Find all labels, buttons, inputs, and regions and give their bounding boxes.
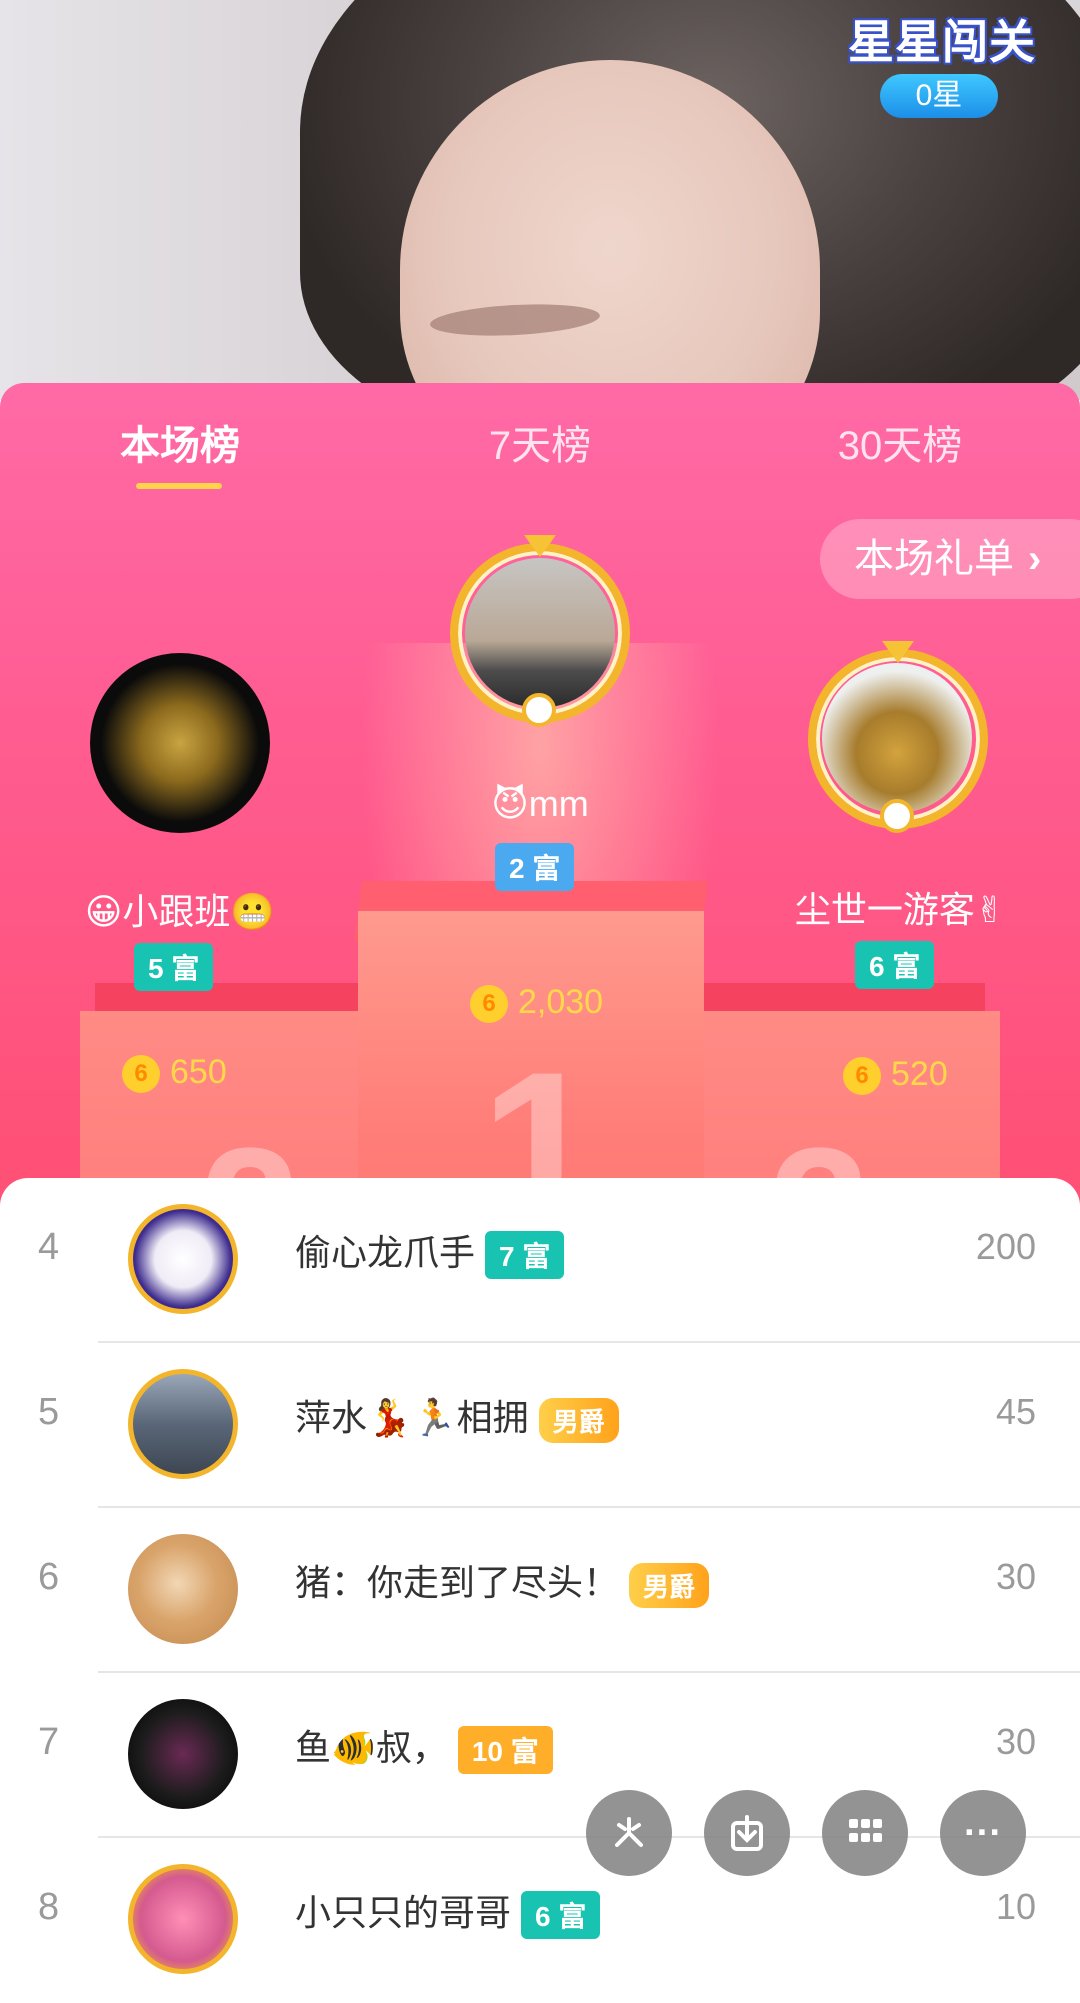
third-place-coin-value: 520 — [891, 1055, 948, 1093]
list-username: 萍水💃🏃相拥 — [295, 1397, 529, 1438]
coin-icon: 6 — [122, 1055, 160, 1094]
second-place-avatar[interactable] — [90, 653, 270, 833]
third-frame-gem-icon — [882, 641, 914, 663]
stars-challenge-title[interactable]: 星星闯关 — [848, 6, 1036, 72]
tab-7-days[interactable]: 7天榜 — [390, 413, 690, 471]
first-place-name[interactable]: 😈mm — [400, 783, 680, 825]
list-user: 猪：你走到了尽头！ 男爵 — [295, 1554, 710, 1608]
coin-icon: 6 — [843, 1057, 881, 1096]
avatar[interactable] — [128, 1369, 238, 1479]
wealth-badge: 10 富 — [457, 1726, 553, 1775]
list-score: 30 — [995, 1556, 1036, 1597]
apps-grid-button[interactable] — [822, 1790, 908, 1876]
list-item[interactable]: 7 鱼🐠叔， 10 富 30 — [0, 1673, 1080, 1838]
live-video-area: 星星闯关 0星 — [0, 0, 1080, 400]
list-score: 45 — [995, 1391, 1036, 1432]
list-rank: 4 — [38, 1226, 60, 1268]
third-frame-pin-icon — [880, 799, 914, 833]
list-item[interactable]: 5 萍水💃🏃相拥 男爵 45 — [0, 1343, 1080, 1508]
list-user: 偷心龙爪手 7 富 — [295, 1224, 565, 1280]
first-place-coin-value: 2,030 — [518, 983, 604, 1021]
list-rank: 6 — [38, 1556, 60, 1598]
wealth-badge: 7 富 — [485, 1231, 565, 1280]
list-rank: 7 — [38, 1721, 60, 1763]
third-place-name[interactable]: 尘世一游客✌ — [760, 881, 1040, 933]
list-username: 猪：你走到了尽头！ — [295, 1562, 620, 1603]
avatar[interactable] — [128, 1699, 238, 1809]
list-rank: 8 — [38, 1886, 60, 1928]
first-frame-pin-icon — [522, 693, 556, 727]
first-place-wealth-badge: 2 富 — [495, 843, 575, 891]
download-button[interactable] — [704, 1790, 790, 1876]
second-place-wealth-badge: 5 富 — [134, 943, 214, 991]
gift-list-label: 本场礼单 — [854, 537, 1014, 581]
list-user: 小只只的哥哥 6 富 — [295, 1884, 601, 1940]
list-item[interactable]: 8 小只只的哥哥 6 富 10 — [0, 1838, 1080, 2003]
stars-count-pill[interactable]: 0星 — [880, 74, 998, 118]
first-frame-gem-icon — [524, 535, 556, 557]
avatar[interactable] — [128, 1204, 238, 1314]
second-place-coins: 6 650 — [122, 1053, 227, 1094]
wealth-badge: 6 富 — [521, 1891, 601, 1940]
gift-list-button[interactable]: 本场礼单 › — [820, 519, 1080, 599]
list-username: 鱼🐠叔， — [295, 1727, 448, 1768]
list-score: 10 — [995, 1886, 1036, 1927]
list-user: 鱼🐠叔， 10 富 — [295, 1719, 553, 1775]
ranking-tabs: 本场榜 7天榜 30天榜 — [0, 383, 1080, 513]
tab-30-days[interactable]: 30天榜 — [750, 413, 1050, 471]
list-score: 200 — [975, 1226, 1036, 1267]
download-icon — [731, 1815, 763, 1851]
list-score: 30 — [995, 1721, 1036, 1762]
first-place-coins: 6 2,030 — [470, 983, 604, 1024]
active-tab-indicator — [136, 483, 222, 489]
avatar[interactable] — [128, 1534, 238, 1644]
list-username: 偷心龙爪手 — [295, 1232, 476, 1273]
list-item[interactable]: 4 偷心龙爪手 7 富 200 — [0, 1178, 1080, 1343]
share-button[interactable] — [586, 1790, 672, 1876]
baron-badge: 男爵 — [538, 1397, 619, 1443]
second-place-coin-value: 650 — [170, 1053, 227, 1091]
coin-icon: 6 — [470, 985, 508, 1024]
list-rank: 5 — [38, 1391, 60, 1433]
avatar[interactable] — [128, 1864, 238, 1974]
baron-badge: 男爵 — [629, 1562, 710, 1608]
list-item[interactable]: 6 猪：你走到了尽头！ 男爵 30 — [0, 1508, 1080, 1673]
third-place-coins: 6 520 — [843, 1055, 948, 1096]
list-user: 萍水💃🏃相拥 男爵 — [295, 1389, 619, 1443]
ranking-list[interactable]: 4 偷心龙爪手 7 富 200 5 萍水💃🏃相拥 男爵 45 6 猪：你走到了尽头！… — [0, 1178, 1080, 1974]
third-place-wealth-badge: 6 富 — [855, 941, 935, 989]
more-button[interactable]: ··· — [940, 1790, 1026, 1876]
tab-this-session[interactable]: 本场榜 — [30, 413, 330, 471]
share-icon — [615, 1817, 643, 1847]
grid-icon — [849, 1819, 882, 1842]
more-icon: ··· — [964, 1812, 1002, 1854]
second-place-name[interactable]: 😀小跟班😬 — [40, 883, 320, 935]
chevron-right-icon: › — [1028, 537, 1042, 581]
list-username: 小只只的哥哥 — [295, 1892, 512, 1933]
